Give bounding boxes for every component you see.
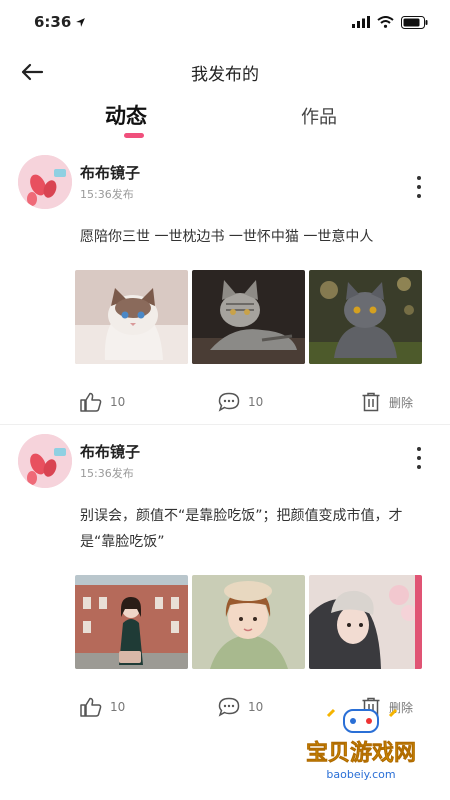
girl-by-building-photo xyxy=(75,575,188,669)
post-actions: 10 10 删除 xyxy=(18,380,432,424)
tab-bar: 动态 作品 xyxy=(0,100,450,146)
watermark-url: baobeiy.com xyxy=(326,768,395,781)
back-button[interactable] xyxy=(18,58,46,86)
avatar-image xyxy=(18,434,72,488)
more-options-button[interactable] xyxy=(410,447,428,469)
trash-icon xyxy=(362,392,380,412)
more-dot-icon xyxy=(417,465,421,469)
author-name[interactable]: 布布镜子 xyxy=(80,441,140,462)
more-dot-icon xyxy=(417,185,421,189)
signal-icon xyxy=(352,16,370,28)
watermark-brand: 宝贝游戏网 xyxy=(306,740,416,766)
delete-button[interactable]: 删除 xyxy=(361,392,413,412)
comment-bubble-icon xyxy=(218,697,240,717)
post-text: 别误会，颜值不“是靠脸吃饭”；把颜值变成市值，才是“靠脸吃饭” xyxy=(80,508,403,550)
girl-with-hat-photo xyxy=(192,575,305,669)
girl-with-cap-photo xyxy=(309,575,422,669)
post-image-girl-building[interactable] xyxy=(75,575,188,669)
tab-dynamics[interactable]: 动态 xyxy=(105,100,147,130)
watermark-logo: 宝贝游戏网 baobeiy.com xyxy=(299,708,423,784)
tab-indicator xyxy=(124,133,144,138)
status-bar: 6:36 xyxy=(0,0,450,44)
avatar[interactable] xyxy=(18,155,72,209)
comment-button[interactable]: 10 xyxy=(218,392,263,412)
post-image-ragdoll-cat[interactable] xyxy=(75,270,188,364)
delete-label: 删除 xyxy=(389,395,414,410)
comment-count: 10 xyxy=(248,395,264,409)
back-arrow-icon xyxy=(21,63,44,81)
post-images xyxy=(75,575,432,669)
post-time: 15:36发布 xyxy=(80,188,134,201)
nav-bar: 我发布的 xyxy=(0,44,450,100)
comment-count: 10 xyxy=(248,700,264,714)
post-image-girl-cap[interactable] xyxy=(309,575,422,669)
more-dot-icon xyxy=(417,447,421,451)
post-card: 布布镜子 15:36发布 愿陪你三世 一世枕边书 一世怀中猫 一世意中人 10 … xyxy=(0,154,450,424)
tabby-cat-photo xyxy=(192,270,305,364)
like-count: 10 xyxy=(110,700,126,714)
comment-button[interactable]: 10 xyxy=(218,697,263,717)
watermark: 宝贝游戏网 baobeiy.com xyxy=(286,706,436,788)
ragdoll-cat-photo xyxy=(75,270,188,364)
tab-works[interactable]: 作品 xyxy=(301,103,337,129)
post-images xyxy=(75,270,432,364)
avatar-image xyxy=(18,155,72,209)
location-arrow-icon xyxy=(76,17,86,27)
comment-bubble-icon xyxy=(218,392,240,412)
post-image-gray-cat[interactable] xyxy=(309,270,422,364)
wifi-icon xyxy=(377,16,394,28)
battery-icon xyxy=(401,15,428,29)
avatar[interactable] xyxy=(18,434,72,488)
post-time: 15:36发布 xyxy=(80,467,134,480)
more-dot-icon xyxy=(417,176,421,180)
like-button[interactable]: 10 xyxy=(80,392,125,412)
like-count: 10 xyxy=(110,395,126,409)
more-dot-icon xyxy=(417,194,421,198)
post-image-tabby-cat[interactable] xyxy=(192,270,305,364)
more-dot-icon xyxy=(417,456,421,460)
thumbs-up-icon xyxy=(80,697,102,717)
more-options-button[interactable] xyxy=(410,176,428,198)
status-time: 6:36 xyxy=(34,13,72,31)
thumbs-up-icon xyxy=(80,392,102,412)
gray-cat-photo xyxy=(309,270,422,364)
post-text: 愿陪你三世 一世枕边书 一世怀中猫 一世意中人 xyxy=(80,229,374,245)
page-title: 我发布的 xyxy=(191,64,259,85)
post-card: 布布镜子 15:36发布 别误会，颜值不“是靠脸吃饭”；把颜值变成市值，才是“靠… xyxy=(0,424,450,729)
like-button[interactable]: 10 xyxy=(80,697,125,717)
post-image-girl-hat[interactable] xyxy=(192,575,305,669)
author-name[interactable]: 布布镜子 xyxy=(80,162,140,183)
